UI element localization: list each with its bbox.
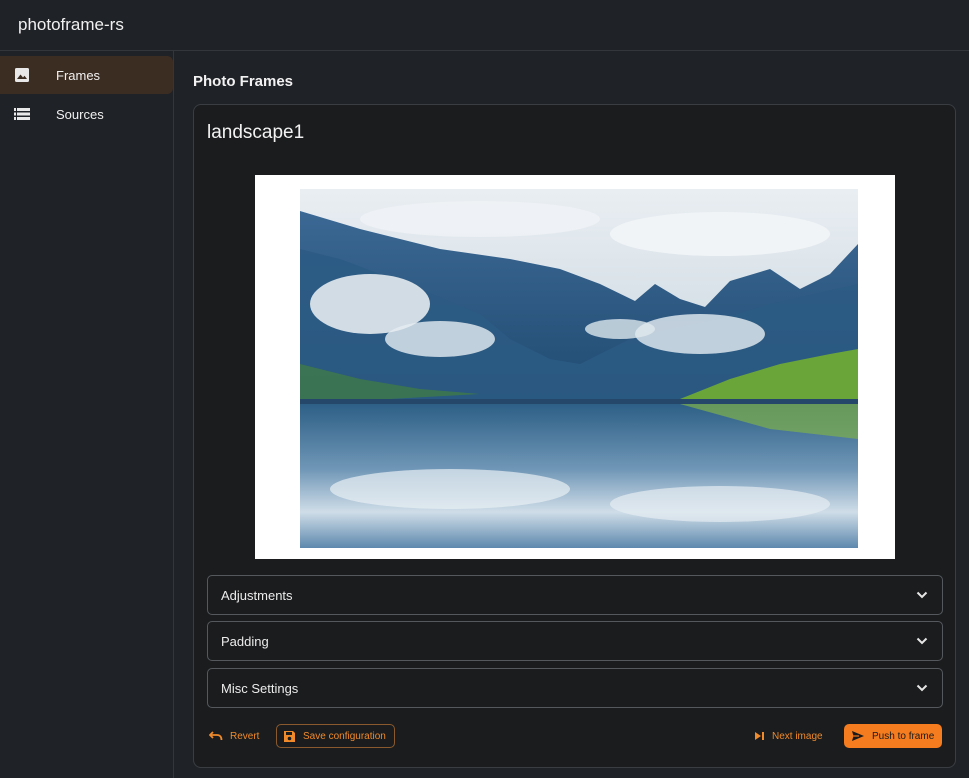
sidebar-item-label: Sources [56, 106, 104, 122]
sidebar-item-frames[interactable]: Frames [0, 56, 173, 94]
accordion-misc-settings[interactable]: Misc Settings [207, 668, 943, 708]
action-bar: Revert Save configuration Next image Pus… [207, 724, 943, 750]
next-image-button[interactable]: Next image [754, 724, 823, 748]
accordion-padding[interactable]: Padding [207, 621, 943, 661]
chevron-down-icon [916, 586, 928, 604]
save-icon [283, 730, 296, 743]
revert-button[interactable]: Revert [209, 724, 259, 748]
push-to-frame-button[interactable]: Push to frame [844, 724, 943, 748]
accordion-adjustments[interactable]: Adjustments [207, 575, 943, 615]
sidebar-item-sources[interactable]: Sources [0, 95, 173, 133]
push-to-frame-label: Push to frame [872, 730, 935, 742]
next-image-label: Next image [772, 730, 823, 742]
chevron-down-icon [916, 679, 928, 697]
page-title: Photo Frames [193, 73, 294, 90]
undo-icon [209, 731, 223, 741]
chevron-down-icon [916, 632, 928, 650]
sidebar: Frames Sources [0, 51, 174, 778]
revert-label: Revert [230, 730, 260, 742]
accordion-label: Adjustments [221, 587, 293, 603]
skip-next-icon [754, 731, 765, 741]
send-icon [851, 730, 865, 742]
top-bar: photoframe-rs [0, 0, 969, 51]
save-configuration-button[interactable]: Save configuration [276, 724, 395, 748]
frame-name: landscape1 [207, 122, 305, 143]
app-title: photoframe-rs [18, 15, 124, 34]
accordion-label: Padding [221, 633, 269, 649]
frame-preview [255, 175, 895, 559]
accordion-label: Misc Settings [221, 680, 299, 696]
sidebar-item-label: Frames [56, 67, 101, 83]
preview-image [300, 189, 858, 548]
image-icon [12, 65, 32, 85]
save-configuration-label: Save configuration [303, 730, 386, 742]
list-icon [12, 104, 32, 124]
frame-card: landscape1 Adjustments Padding Misc Sett… [193, 104, 956, 768]
